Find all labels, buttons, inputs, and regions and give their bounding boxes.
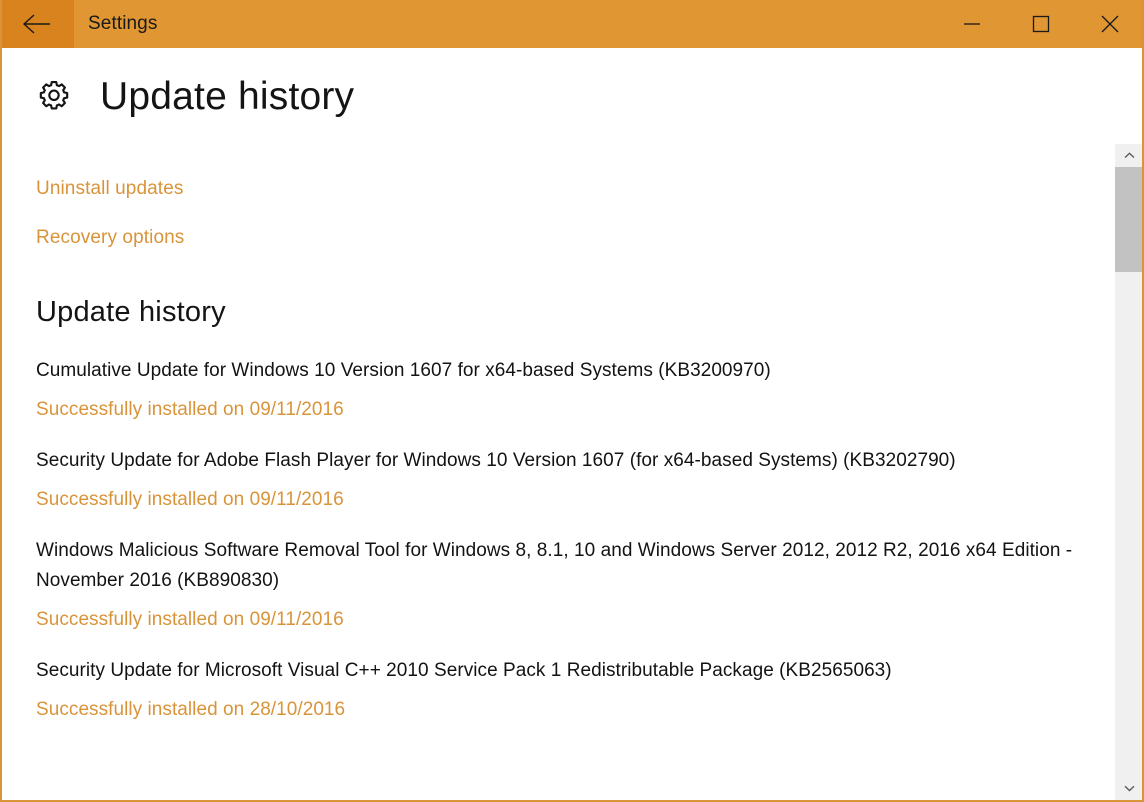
- update-status: Successfully installed on 28/10/2016: [36, 698, 1114, 722]
- back-button[interactable]: [0, 0, 74, 48]
- scroll-down-button[interactable]: [1115, 777, 1143, 800]
- minimize-icon: [963, 18, 981, 30]
- uninstall-updates-link[interactable]: Uninstall updates: [36, 178, 183, 200]
- page-header: Update history: [2, 48, 1102, 144]
- page-title: Update history: [100, 77, 354, 116]
- update-status: Successfully installed on 09/11/2016: [36, 398, 1114, 422]
- maximize-button[interactable]: [1006, 0, 1075, 48]
- update-title: Windows Malicious Software Removal Tool …: [36, 536, 1096, 596]
- section-heading: Update history: [36, 296, 1114, 329]
- window-controls: [937, 0, 1144, 48]
- recovery-options-link[interactable]: Recovery options: [36, 227, 184, 249]
- back-arrow-icon: [22, 13, 52, 35]
- scroll-up-button[interactable]: [1115, 144, 1143, 167]
- close-icon: [1100, 14, 1120, 34]
- list-item: Security Update for Adobe Flash Player f…: [36, 446, 1114, 512]
- gear-icon: [36, 78, 72, 114]
- update-status: Successfully installed on 09/11/2016: [36, 488, 1114, 512]
- list-item: Windows Malicious Software Removal Tool …: [36, 536, 1114, 632]
- chevron-down-icon: [1124, 785, 1135, 792]
- scrollbar-track[interactable]: [1115, 167, 1143, 777]
- title-bar: Settings: [0, 0, 1144, 48]
- chevron-up-icon: [1124, 152, 1135, 159]
- window-title: Settings: [74, 0, 937, 48]
- list-item: Cumulative Update for Windows 10 Version…: [36, 356, 1114, 422]
- update-status: Successfully installed on 09/11/2016: [36, 608, 1114, 632]
- minimize-button[interactable]: [937, 0, 1006, 48]
- maximize-icon: [1032, 15, 1050, 33]
- scrollbar-thumb[interactable]: [1115, 167, 1143, 272]
- update-title: Security Update for Adobe Flash Player f…: [36, 446, 1096, 476]
- close-button[interactable]: [1075, 0, 1144, 48]
- update-history-list: Cumulative Update for Windows 10 Version…: [36, 356, 1114, 722]
- vertical-scrollbar[interactable]: [1114, 144, 1142, 800]
- list-item: Security Update for Microsoft Visual C++…: [36, 656, 1114, 722]
- settings-window: Settings: [0, 0, 1144, 802]
- update-title: Cumulative Update for Windows 10 Version…: [36, 356, 1096, 386]
- content-area: Uninstall updates Recovery options Updat…: [2, 144, 1114, 800]
- update-title: Security Update for Microsoft Visual C++…: [36, 656, 1096, 686]
